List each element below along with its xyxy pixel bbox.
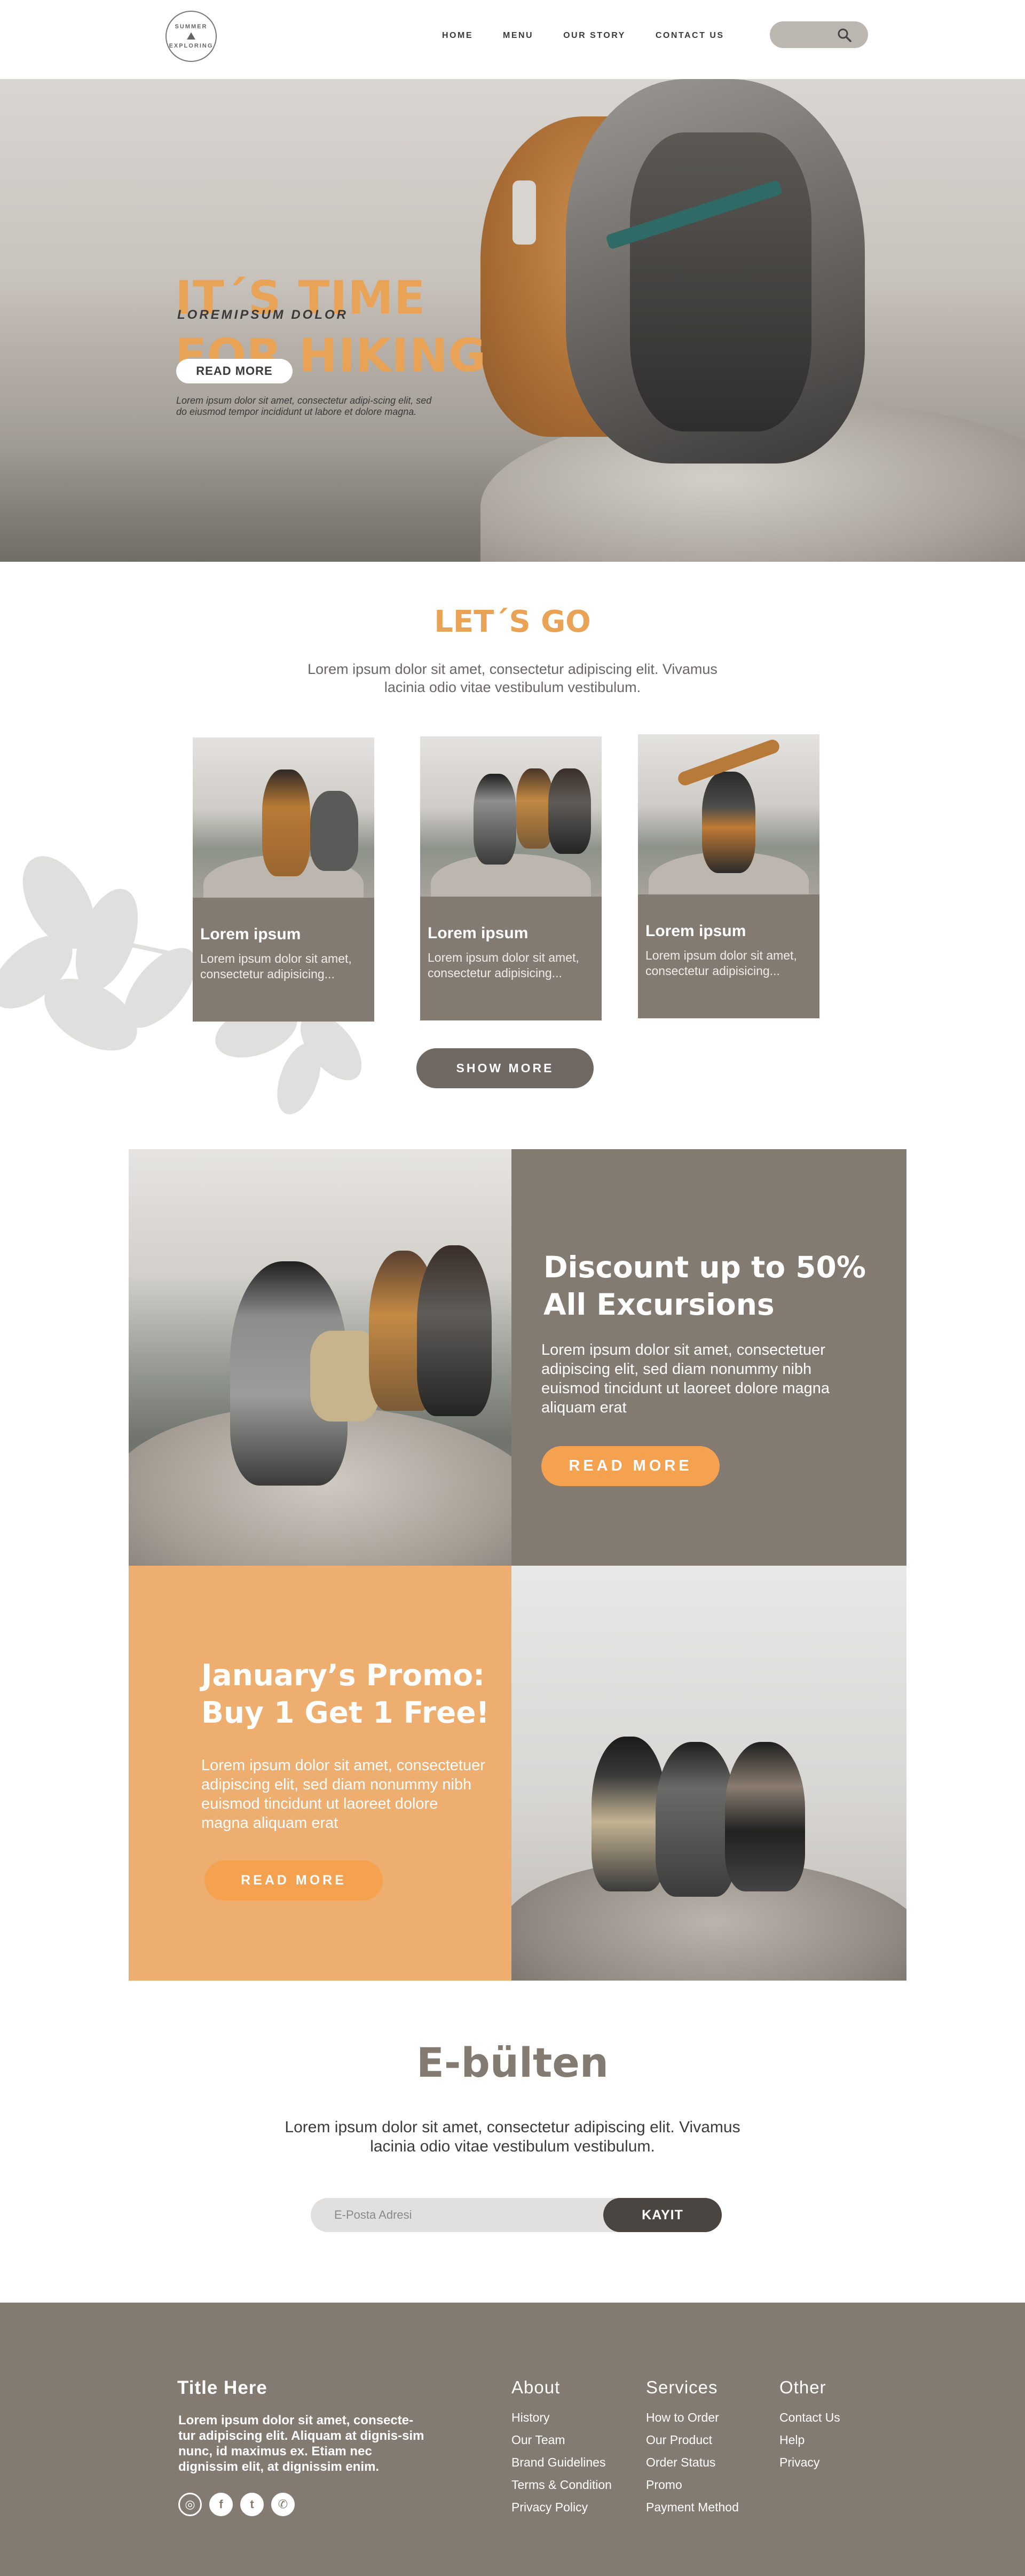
- footer-column-about: About History Our Team Brand Guidelines …: [511, 2377, 612, 2518]
- show-more-button[interactable]: SHOW MORE: [416, 1048, 594, 1088]
- hero-backpack-front: [630, 132, 811, 431]
- friends-hug-photo: [511, 1566, 906, 1981]
- trip-card-text: Lorem ipsum dolor sit amet, consectetur …: [200, 952, 352, 981]
- hero-subtitle: LOREMIPSUM DOLOR: [177, 308, 348, 322]
- trip-card[interactable]: Lorem ipsum Lorem ipsum dolor sit amet, …: [193, 737, 374, 1022]
- footer-title: Title Here: [177, 2377, 267, 2398]
- nav-link-contact-us[interactable]: CONTACT US: [656, 31, 724, 41]
- discount-title: Discount up to 50% All Excursions: [543, 1250, 866, 1322]
- trip-card-text: Lorem ipsum dolor sit amet, consectetur …: [645, 948, 797, 978]
- footer-link-help[interactable]: Help: [779, 2429, 840, 2451]
- footer-heading-services: Services: [646, 2377, 718, 2397]
- footer-link-brand-guidelines[interactable]: Brand Guidelines: [511, 2451, 612, 2473]
- january-promo-panel: January’s Promo: Buy 1 Get 1 Free! Lorem…: [129, 1566, 511, 1981]
- search-bar[interactable]: [770, 21, 868, 48]
- subscribe-button[interactable]: KAYIT: [603, 2198, 722, 2232]
- mountain-icon: ⛰: [186, 30, 196, 42]
- footer-link-privacy[interactable]: Privacy: [779, 2451, 840, 2473]
- footer-link-order-status[interactable]: Order Status: [646, 2451, 739, 2473]
- trip-card-title: Lorem ipsum: [428, 924, 529, 942]
- letsgo-title: LET´S GO: [434, 604, 591, 639]
- nav-link-home[interactable]: HOME: [442, 31, 473, 41]
- hero-text: Lorem ipsum dolor sit amet, consectetur …: [176, 395, 432, 417]
- footer-link-promo[interactable]: Promo: [646, 2473, 739, 2496]
- footer-text: Lorem ipsum dolor sit amet, consecte-tur…: [178, 2413, 424, 2474]
- newsletter-title: E-bülten: [416, 2039, 609, 2086]
- group-hikers-photo: [129, 1149, 511, 1566]
- logo-text-top: SUMMER: [175, 23, 208, 30]
- twitter-icon[interactable]: t: [240, 2493, 264, 2516]
- top-nav: SUMMER ⛰ EXPLORING HOME MENU OUR STORY C…: [0, 0, 1025, 79]
- social-links: ◎ f t ✆: [178, 2493, 295, 2516]
- footer-column-other: Other Contact Us Help Privacy: [779, 2377, 840, 2473]
- discount-text: Lorem ipsum dolor sit amet, consectetuer…: [541, 1341, 830, 1416]
- footer-link-our-product[interactable]: Our Product: [646, 2429, 739, 2451]
- footer: Title Here Lorem ipsum dolor sit amet, c…: [0, 2303, 1025, 2576]
- footer-link-history[interactable]: History: [511, 2406, 612, 2429]
- hero-section: IT´S TIME FOR HIKING: [0, 79, 1025, 562]
- footer-heading-about: About: [511, 2377, 561, 2397]
- footer-link-our-team[interactable]: Our Team: [511, 2429, 612, 2451]
- discount-panel: Discount up to 50% All Excursions Lorem …: [511, 1149, 906, 1566]
- trip-card-photo: [193, 737, 374, 898]
- facebook-icon[interactable]: f: [209, 2493, 233, 2516]
- footer-link-how-to-order[interactable]: How to Order: [646, 2406, 739, 2429]
- trip-card[interactable]: Lorem ipsum Lorem ipsum dolor sit amet, …: [420, 736, 602, 1020]
- footer-link-contact-us[interactable]: Contact Us: [779, 2406, 840, 2429]
- footer-column-services: Services How to Order Our Product Order …: [646, 2377, 739, 2518]
- instagram-icon[interactable]: ◎: [178, 2493, 202, 2516]
- trip-card-photo: [420, 736, 602, 897]
- hero-read-more-button[interactable]: READ MORE: [176, 359, 293, 383]
- trip-card-photo: [638, 734, 819, 894]
- logo-text-bottom: EXPLORING: [169, 43, 214, 49]
- nav-link-menu[interactable]: MENU: [503, 31, 533, 41]
- hero-water-bottle: [512, 180, 536, 245]
- nav-link-our-story[interactable]: OUR STORY: [563, 31, 626, 41]
- logo[interactable]: SUMMER ⛰ EXPLORING: [165, 11, 217, 62]
- newsletter-text: Lorem ipsum dolor sit amet, consectetur …: [285, 2118, 740, 2155]
- footer-link-privacy-policy[interactable]: Privacy Policy: [511, 2496, 612, 2518]
- january-read-more-button[interactable]: READ MORE: [204, 1860, 383, 1900]
- letsgo-text: Lorem ipsum dolor sit amet, consectetur …: [308, 661, 718, 695]
- january-promo-text: Lorem ipsum dolor sit amet, consectetuer…: [201, 1757, 485, 1832]
- trip-card-text: Lorem ipsum dolor sit amet, consectetur …: [428, 951, 579, 980]
- trip-card-title: Lorem ipsum: [200, 925, 301, 943]
- trip-card[interactable]: Lorem ipsum Lorem ipsum dolor sit amet, …: [638, 734, 819, 1018]
- trip-card-title: Lorem ipsum: [645, 922, 746, 940]
- discount-read-more-button[interactable]: READ MORE: [541, 1446, 720, 1486]
- footer-heading-other: Other: [779, 2377, 826, 2397]
- footer-link-terms[interactable]: Terms & Condition: [511, 2473, 612, 2496]
- whatsapp-icon[interactable]: ✆: [271, 2493, 295, 2516]
- nav-links: HOME MENU OUR STORY CONTACT US: [442, 31, 724, 41]
- january-promo-title: January’s Promo: Buy 1 Get 1 Free!: [201, 1658, 490, 1730]
- footer-link-payment-method[interactable]: Payment Method: [646, 2496, 739, 2518]
- search-icon: [838, 28, 851, 42]
